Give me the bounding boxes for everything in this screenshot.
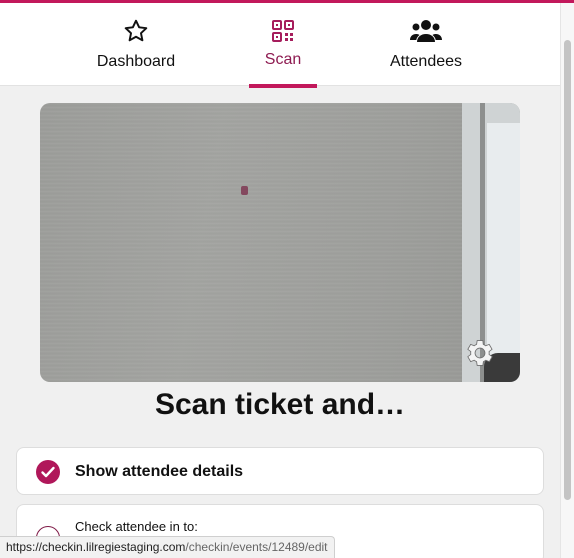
option-label: Check attendee in to: xyxy=(75,519,198,534)
camera-speck xyxy=(241,186,248,195)
people-icon xyxy=(410,17,442,45)
tab-scan-label: Scan xyxy=(264,51,302,68)
tab-attendees-label: Attendees xyxy=(389,53,463,70)
tab-attendees[interactable]: Attendees xyxy=(382,3,470,86)
url-host: https://checkin.lilregiestaging.com xyxy=(6,540,186,554)
star-icon xyxy=(123,17,149,45)
gear-icon[interactable] xyxy=(463,336,497,370)
camera-preview xyxy=(40,103,520,382)
scrollbar-thumb[interactable] xyxy=(564,40,571,500)
tab-bar: Dashboard Scan Attendees xyxy=(0,3,560,88)
link-preview-url: https://checkin.lilregiestaging.com/chec… xyxy=(0,536,335,558)
tab-dashboard[interactable]: Dashboard xyxy=(90,3,182,86)
scan-heading: Scan ticket and… xyxy=(154,388,406,421)
tab-scan[interactable]: Scan xyxy=(249,3,317,86)
option-label: Show attendee details xyxy=(75,463,244,480)
tab-dashboard-label: Dashboard xyxy=(96,53,176,70)
option-show-attendee-details[interactable]: Show attendee details xyxy=(16,447,544,495)
checkmark-icon[interactable] xyxy=(36,460,60,484)
camera-background xyxy=(40,103,520,382)
active-tab-indicator xyxy=(249,84,317,88)
qr-code-icon xyxy=(271,17,295,45)
url-path: /checkin/events/12489/edit xyxy=(185,540,328,554)
